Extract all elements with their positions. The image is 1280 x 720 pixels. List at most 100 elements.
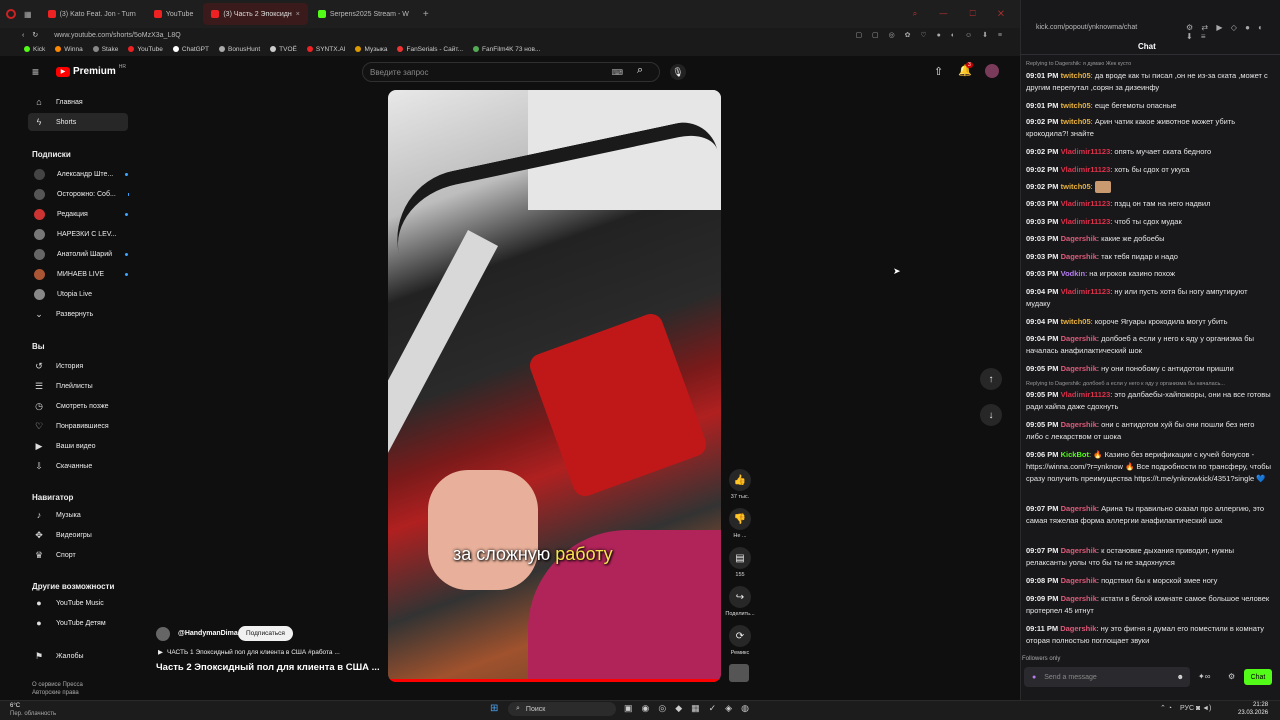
start-icon[interactable]: ⊞ <box>490 703 498 714</box>
taskbar-apps[interactable]: ▣◉◎◆▦✓◈◍ <box>624 703 758 714</box>
search-input[interactable]: Введите запрос ⌨ <box>362 62 660 82</box>
tab-epoxy[interactable]: (3) Часть 2 Эпоксидн × <box>203 3 308 25</box>
sidebar-item[interactable]: ♡ Понравившиеся <box>28 417 128 435</box>
message-username[interactable]: twitch05 <box>1061 117 1091 126</box>
clock[interactable]: 21:28 23.03.2026 <box>1238 701 1268 717</box>
sidebar-item[interactable]: ↺ История <box>28 357 128 375</box>
comment-button[interactable]: ▤ <box>729 547 751 569</box>
remix-thumbnail[interactable] <box>729 664 749 682</box>
bookmark-item[interactable]: ChatGPT <box>172 46 209 53</box>
settings-icon[interactable]: ⚙ <box>1228 672 1235 681</box>
extensions-icons[interactable]: ▢ ▢ ◎ ✿ ♡ ● ◐ ☺ ⬇ ≡ <box>855 31 1020 39</box>
message-username[interactable]: Dagershik <box>1061 594 1097 603</box>
bookmark-item[interactable]: TVOЁ <box>270 46 297 53</box>
url-text[interactable]: www.youtube.com/shorts/5oMzX3a_L8Q <box>54 32 180 39</box>
address-bar[interactable]: ‹ ↻ www.youtube.com/shorts/5oMzX3a_L8Q ▢… <box>0 28 1020 42</box>
new-tab-button[interactable]: + <box>423 9 429 20</box>
system-tray[interactable]: ⌃ ◔ РУС ◙ ◄) <box>1160 704 1211 712</box>
footer-links[interactable]: О сервисе Пресса <box>32 682 83 688</box>
message-username[interactable]: twitch05 <box>1061 317 1091 326</box>
message-username[interactable]: Dagershik <box>1060 624 1096 633</box>
message-username[interactable]: Vladimir11123 <box>1061 199 1111 208</box>
bookmark-item[interactable]: Музыка <box>355 46 387 53</box>
back-icon[interactable]: ‹ <box>22 32 24 39</box>
sidebar-item[interactable]: ⌄ Развернуть <box>28 305 128 323</box>
bookmark-item[interactable]: SYNTX.AI <box>306 46 345 53</box>
bookmark-item[interactable]: Winna <box>55 46 83 53</box>
keyboard-icon[interactable]: ⌨ <box>611 68 623 77</box>
weather-widget[interactable]: 6°C Пер. облачность <box>10 702 56 718</box>
sidebar-item[interactable]: ▶ Ваши видео <box>28 437 128 455</box>
message-username[interactable]: Vodkin <box>1061 269 1085 278</box>
sidebar-item[interactable]: Александр Ште... <box>28 165 128 183</box>
message-username[interactable]: Dagershik <box>1061 234 1097 243</box>
sidebar-item[interactable]: ● YouTube Music <box>28 594 128 612</box>
bookmark-item[interactable]: BonusHunt <box>218 46 260 53</box>
workspaces-icon[interactable]: ▦ <box>24 10 32 19</box>
like-button[interactable]: 👍 <box>729 469 751 491</box>
message-username[interactable]: Vladimir11123 <box>1061 165 1111 174</box>
sidebar-item[interactable]: ✥ Видеоигры <box>28 526 128 544</box>
bookmark-item[interactable]: FanFilm4K 73 нов... <box>473 46 540 53</box>
window-controls[interactable]: ⌕ — ☐ ✕ <box>913 9 1020 19</box>
playlist-link[interactable]: ▶ ЧАСТЬ 1 Эпоксидный пол для клиента в СШ… <box>158 648 340 656</box>
bookmark-item[interactable]: Kick <box>24 46 45 53</box>
sidebar-item[interactable]: НАРЕЗКИ С LEV... <box>28 225 128 243</box>
sidebar-item[interactable]: ♪ Музыка <box>28 506 128 524</box>
subscriptions-heading[interactable]: Подписки <box>32 150 71 159</box>
message-username[interactable]: Dagershik <box>1061 576 1097 585</box>
sidebar-item[interactable]: Utopia Live <box>28 285 128 303</box>
youtube-logo[interactable]: ▶ Premium HR <box>56 64 126 77</box>
points-icon[interactable]: ✦∞ <box>1198 672 1210 681</box>
channel-name[interactable]: @HandymanDima <box>178 630 238 637</box>
message-username[interactable]: Vladimir11123 <box>1061 287 1111 296</box>
shorts-video[interactable] <box>388 90 721 682</box>
emote-picker-icon[interactable]: ● <box>1032 674 1036 681</box>
emoji-icon[interactable]: ☻ <box>1177 674 1184 681</box>
message-username[interactable]: Dagershik <box>1061 504 1097 513</box>
message-username[interactable]: twitch05 <box>1061 71 1091 80</box>
remix-button[interactable]: ⟳ <box>729 625 751 647</box>
sidebar-item[interactable]: Редакция <box>28 205 128 223</box>
channel-avatar[interactable] <box>156 627 170 641</box>
chat-send-button[interactable]: Chat <box>1244 669 1272 685</box>
tab-youtube[interactable]: YouTube <box>146 3 202 25</box>
message-username[interactable]: twitch05 <box>1061 101 1091 110</box>
progress-bar[interactable] <box>388 679 721 682</box>
voice-search-icon[interactable]: 🎙 <box>670 64 686 80</box>
message-username[interactable]: Dagershik <box>1061 546 1097 555</box>
sidebar-item[interactable]: Анатолий Шарий <box>28 245 128 263</box>
you-heading[interactable]: Вы <box>32 342 45 351</box>
sidebar-item[interactable]: ⇩ Скачанные <box>28 457 128 475</box>
sidebar-item[interactable]: МИНАЕВ LIVE <box>28 265 128 283</box>
subscribe-button[interactable]: Подписаться <box>238 626 293 641</box>
next-short-button[interactable]: ↓ <box>980 404 1002 426</box>
footer-copyright[interactable]: Авторские права <box>32 690 79 696</box>
avatar[interactable] <box>985 64 999 78</box>
sidebar-item[interactable]: ⚑ Жалобы <box>28 647 128 665</box>
reload-icon[interactable]: ↻ <box>32 31 38 39</box>
sidebar-item[interactable]: Осторожно: Соб... <box>28 185 128 203</box>
message-username[interactable]: Dagershik <box>1061 252 1097 261</box>
taskbar-search[interactable]: ⌕ Поиск <box>508 702 616 716</box>
chat-extensions-icons[interactable]: ⚙ ⇄ ▶ ◇ ● ◐ ⬇ ≡ <box>1186 23 1280 41</box>
sidebar-item[interactable]: ⌂ Главная <box>28 93 128 111</box>
menu-icon[interactable]: ≡ <box>32 65 39 79</box>
sidebar-item[interactable]: ♛ Спорт <box>28 546 128 564</box>
message-username[interactable]: Vladimir11123 <box>1061 217 1111 226</box>
previous-short-button[interactable]: ↑ <box>980 368 1002 390</box>
bookmark-item[interactable]: FanSerials - Сайт... <box>397 46 463 53</box>
bookmark-item[interactable]: YouTube <box>128 46 163 53</box>
sidebar-item[interactable]: ◷ Смотреть позже <box>28 397 128 415</box>
sidebar-item[interactable]: ● YouTube Детям <box>28 614 128 632</box>
sidebar-item[interactable]: ϟ Shorts <box>28 113 128 131</box>
tab-serpens[interactable]: Serpens2025 Stream - W <box>310 3 417 25</box>
message-username[interactable]: twitch05 <box>1061 182 1091 191</box>
upload-icon[interactable]: ⇧ <box>934 65 943 78</box>
message-username[interactable]: Dagershik <box>1061 364 1097 373</box>
message-username[interactable]: Vladimir11123 <box>1061 147 1111 156</box>
sidebar-item[interactable]: ☰ Плейлисты <box>28 377 128 395</box>
message-username[interactable]: Dagershik <box>1061 334 1097 343</box>
share-button[interactable]: ↪ <box>729 586 751 608</box>
message-username[interactable]: Dagershik <box>1061 420 1097 429</box>
